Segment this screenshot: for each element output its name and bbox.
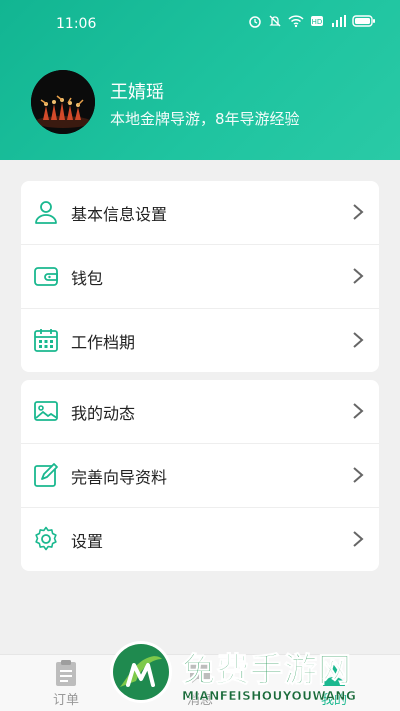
profile-description: 本地金牌导游，8年导游经验: [110, 110, 300, 128]
watermark-subtitle: MIANFEISHOUYOUWANG: [182, 689, 357, 703]
battery-icon: [352, 15, 375, 27]
menu-item-basic-info[interactable]: 基本信息设置: [21, 181, 379, 245]
svg-text:HD: HD: [312, 18, 323, 26]
menu-item-label: 基本信息设置: [71, 204, 168, 224]
tab-orders[interactable]: 订单: [36, 659, 96, 708]
avatar[interactable]: [31, 70, 95, 134]
menu-card-profile: 我的动态 完善向导资料 设置: [21, 380, 379, 571]
chevron-right-icon: [353, 332, 364, 348]
image-icon: [34, 401, 58, 421]
edit-icon: [34, 463, 58, 487]
status-bar: 11:06 HD: [0, 0, 400, 48]
person-icon: [35, 201, 57, 224]
avatar-image: [31, 70, 95, 134]
alarm-icon: [249, 16, 261, 28]
chevron-right-icon: [353, 204, 364, 220]
menu-item-my-posts[interactable]: 我的动态: [21, 380, 379, 444]
menu-item-wallet[interactable]: 钱包: [21, 245, 379, 309]
calendar-icon: [34, 329, 58, 352]
gear-icon: [35, 526, 57, 551]
watermark-logo: [110, 641, 172, 703]
menu-item-label: 工作档期: [71, 332, 136, 352]
wallet-icon: [34, 267, 58, 286]
profile-name: 王婧瑶: [110, 82, 164, 103]
status-icons: HD: [248, 14, 376, 28]
watermark: 免费手游网 MIANFEISHOUYOUWANG: [108, 637, 398, 711]
chevron-right-icon: [353, 531, 364, 547]
chevron-right-icon: [353, 268, 364, 284]
watermark-title: 免费手游网: [182, 650, 352, 690]
menu-item-schedule[interactable]: 工作档期: [21, 309, 379, 372]
menu-item-settings[interactable]: 设置: [21, 508, 379, 571]
menu-item-label: 设置: [71, 531, 104, 551]
menu-item-complete-guide-info[interactable]: 完善向导资料: [21, 444, 379, 508]
chevron-right-icon: [353, 467, 364, 483]
menu-item-label: 钱包: [71, 268, 104, 288]
chevron-right-icon: [353, 403, 364, 419]
menu-item-label: 我的动态: [71, 403, 136, 423]
menu-item-label: 完善向导资料: [71, 467, 168, 487]
wifi-icon: [288, 15, 304, 28]
signal-icon: [332, 15, 346, 27]
mute-icon: [269, 15, 281, 27]
menu-card-account: 基本信息设置 钱包 工作档期: [21, 181, 379, 372]
hd-icon: HD: [311, 16, 323, 26]
tab-label: 订单: [52, 693, 79, 708]
clipboard-icon: [56, 660, 76, 686]
profile-header: 11:06 HD 王婧瑶 本地金牌导游，8年导游经验: [0, 0, 400, 160]
status-time: 11:06: [56, 16, 97, 32]
